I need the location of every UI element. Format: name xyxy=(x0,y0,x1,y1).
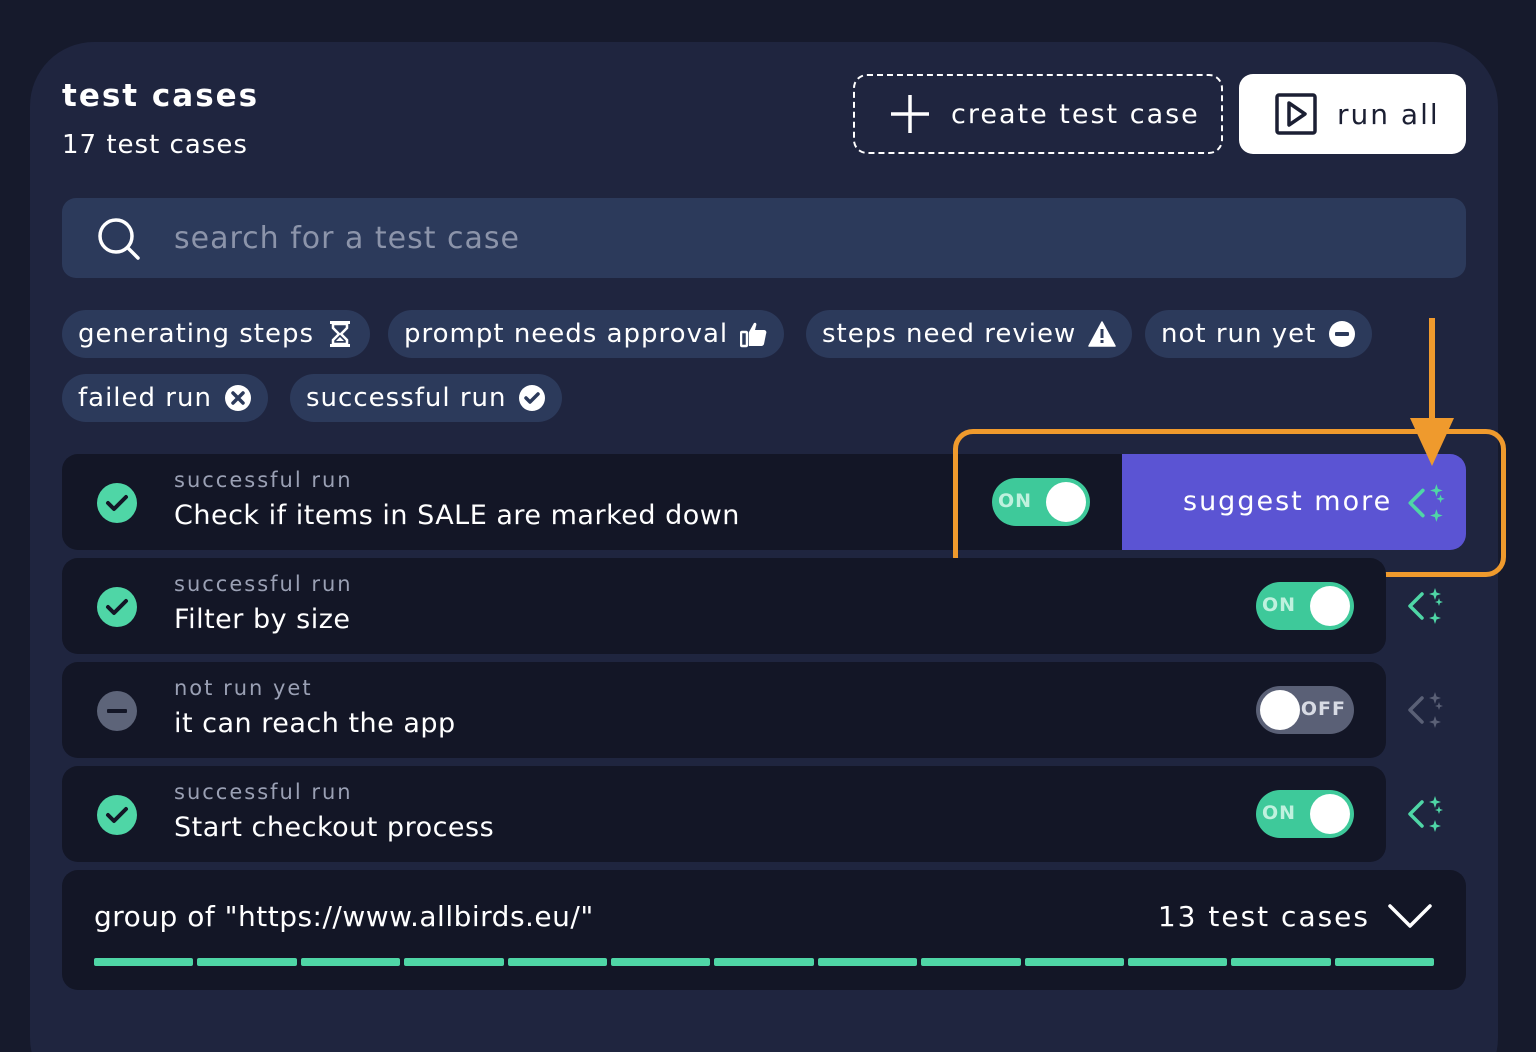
chevron-down-icon[interactable] xyxy=(1388,904,1432,930)
test-case-toggle[interactable]: ON xyxy=(992,478,1090,526)
progress-segment xyxy=(197,958,297,966)
sparkle-branch-icon[interactable] xyxy=(1404,688,1448,732)
progress-segment xyxy=(94,958,194,966)
test-case-title: Filter by size xyxy=(174,604,351,635)
test-case-row[interactable]: successful run Check if items in SALE ar… xyxy=(62,454,1062,550)
filter-chip-label: failed run xyxy=(78,383,212,413)
suggest-more-area: ON suggest more xyxy=(966,454,1466,550)
test-case-toggle[interactable]: OFF xyxy=(1256,686,1354,734)
test-case-title: Start checkout process xyxy=(174,812,495,843)
filter-chip-label: prompt needs approval xyxy=(404,319,729,349)
test-case-status: not run yet xyxy=(174,676,313,700)
test-case-status: successful run xyxy=(174,572,353,596)
toggle-label: ON xyxy=(998,490,1033,512)
toggle-knob xyxy=(1046,482,1086,522)
warning-icon xyxy=(1088,320,1117,348)
test-case-toggle[interactable]: ON xyxy=(1256,790,1354,838)
progress-segment xyxy=(507,958,607,966)
progress-segment xyxy=(1024,958,1124,966)
check-circle-icon xyxy=(518,384,546,412)
progress-segment xyxy=(610,958,711,966)
group-count: 13 test cases xyxy=(1157,900,1370,933)
sparkle-branch-icon[interactable] xyxy=(1404,792,1448,836)
test-case-status: successful run xyxy=(174,780,353,804)
search-bar xyxy=(62,198,1466,278)
progress-segment xyxy=(404,958,504,966)
progress-segment xyxy=(1334,958,1435,966)
progress-segment xyxy=(714,958,814,966)
group-progress-bar xyxy=(94,958,1435,966)
page-title: test cases xyxy=(62,78,260,114)
filter-chip-failed-run[interactable]: failed run xyxy=(62,374,268,422)
filter-chip-label: generating steps xyxy=(78,319,315,349)
group-label: group of "https://www.allbirds.eu/" xyxy=(94,900,594,933)
progress-segment xyxy=(817,958,918,966)
toggle-knob xyxy=(1310,794,1350,834)
not-run-icon xyxy=(97,691,137,731)
success-check-icon xyxy=(97,483,137,523)
toggle-label: OFF xyxy=(1300,698,1346,720)
filter-chip-steps-need-review[interactable]: steps need review xyxy=(806,310,1133,358)
arrow-down-icon xyxy=(1410,318,1454,466)
progress-segment xyxy=(300,958,401,966)
filter-chip-successful-run[interactable]: successful run xyxy=(290,374,563,422)
toggle-label: ON xyxy=(1262,802,1297,824)
filter-chip-generating-steps[interactable]: generating steps xyxy=(62,310,371,358)
toggle-knob xyxy=(1310,586,1350,626)
run-all-label: run all xyxy=(1337,97,1440,131)
x-circle-icon xyxy=(224,384,252,412)
test-case-status: successful run xyxy=(174,468,353,492)
play-icon xyxy=(1275,93,1317,135)
test-case-count: 17 test cases xyxy=(62,130,248,160)
minus-circle-icon xyxy=(1328,320,1356,348)
create-test-case-button[interactable]: create test case xyxy=(853,74,1223,154)
hourglass-icon xyxy=(326,320,354,348)
progress-segment xyxy=(921,958,1021,966)
test-case-title: it can reach the app xyxy=(174,708,456,739)
filter-chip-not-run-yet[interactable]: not run yet xyxy=(1145,310,1373,358)
suggest-more-button[interactable]: suggest more xyxy=(1122,454,1466,550)
test-case-row[interactable]: successful run Filter by size ON xyxy=(62,558,1386,654)
test-case-toggle[interactable]: ON xyxy=(1256,582,1354,630)
run-all-button[interactable]: run all xyxy=(1239,74,1466,154)
filter-chip-label: steps need review xyxy=(822,319,1077,349)
progress-segment xyxy=(1231,958,1331,966)
test-case-row[interactable]: not run yet it can reach the app OFF xyxy=(62,662,1386,758)
sparkle-branch-icon[interactable] xyxy=(1404,584,1448,628)
success-check-icon xyxy=(97,587,137,627)
toggle-knob xyxy=(1260,690,1300,730)
create-test-case-label: create test case xyxy=(951,98,1200,130)
test-case-title: Check if items in SALE are marked down xyxy=(174,500,740,531)
plus-icon xyxy=(891,95,929,133)
search-input[interactable] xyxy=(174,214,1434,262)
toggle-label: ON xyxy=(1262,594,1297,616)
test-case-group[interactable]: group of "https://www.allbirds.eu/" 13 t… xyxy=(62,870,1466,990)
search-icon xyxy=(98,218,140,260)
filter-chip-prompt-needs-approval[interactable]: prompt needs approval xyxy=(388,310,785,358)
filter-chip-label: not run yet xyxy=(1161,319,1317,349)
thumbs-up-icon xyxy=(740,320,768,348)
sparkle-branch-icon xyxy=(1408,484,1445,522)
progress-segment xyxy=(1127,958,1228,966)
success-check-icon xyxy=(97,795,137,835)
filter-chip-label: successful run xyxy=(306,383,507,413)
suggest-more-label: suggest more xyxy=(1183,486,1393,517)
test-case-row[interactable]: successful run Start checkout process ON xyxy=(62,766,1386,862)
